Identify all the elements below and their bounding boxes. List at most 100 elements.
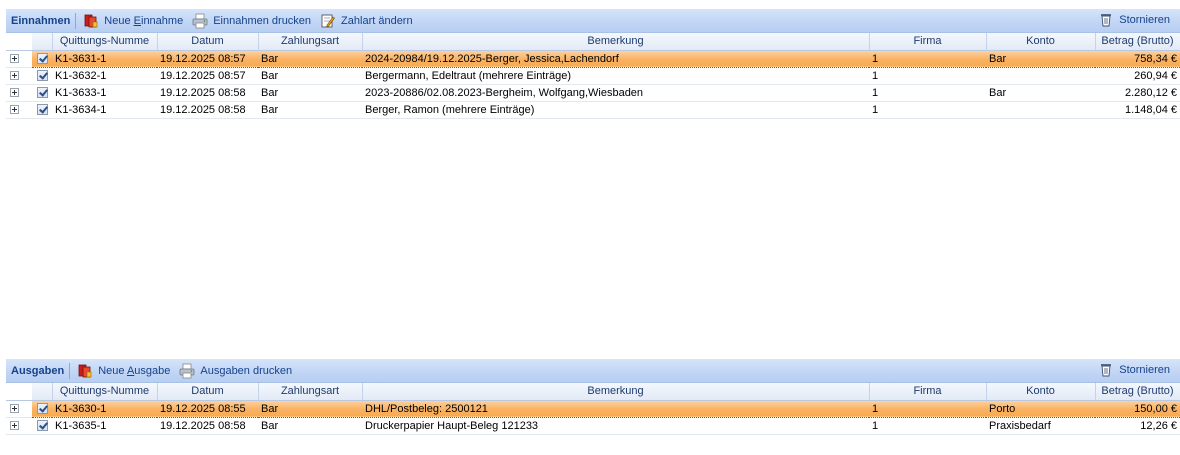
cell-konto: [986, 67, 1095, 85]
neue-einnahme-label: Neue Einnahme: [104, 15, 183, 27]
printer-icon: [192, 13, 208, 28]
label-part: usgabe: [134, 364, 171, 377]
einnahmen-stornieren-label: Stornieren: [1119, 14, 1170, 26]
expand-icon[interactable]: [10, 71, 19, 81]
cell-bemerkung: Bergermann, Edeltraut (mehrere Einträge): [362, 67, 869, 85]
row-expander-cell[interactable]: [6, 101, 32, 119]
column-header-konto[interactable]: Konto: [986, 383, 1096, 401]
cell-zahlungsart: Bar: [258, 417, 362, 435]
label-part: Neue: [104, 14, 134, 27]
ausgaben-toolbar: Ausgaben Neue Ausgabe Ausgaben drucken S…: [6, 359, 1180, 383]
row-expander-cell[interactable]: [6, 50, 32, 68]
trash-icon: [1101, 364, 1112, 377]
column-header-zahlungsart[interactable]: Zahlungsart: [258, 383, 363, 401]
neue-einnahme-button[interactable]: Neue Einnahme: [80, 10, 189, 32]
label-part: Neue: [98, 364, 127, 377]
cell-betrag: 150,00 €: [1095, 400, 1180, 418]
row-checkbox[interactable]: [36, 70, 48, 82]
red-book-icon: [84, 14, 98, 27]
einnahmen-title: Einnahmen: [11, 14, 71, 27]
row-checkbox[interactable]: [36, 420, 48, 432]
einnahmen-drucken-button[interactable]: Einnahmen drucken: [189, 10, 317, 32]
table-row[interactable]: K1-3631-1 19.12.2025 08:57 Bar 2024-2098…: [6, 50, 1180, 68]
cell-bemerkung: DHL/Postbeleg: 2500121: [362, 400, 869, 418]
toolbar-separator: [69, 362, 71, 379]
row-expander-cell[interactable]: [6, 84, 32, 102]
cell-firma: 1: [869, 417, 986, 435]
neue-ausgabe-button[interactable]: Neue Ausgabe: [74, 360, 176, 382]
einnahmen-stornieren-button[interactable]: Stornieren: [1095, 9, 1176, 31]
column-header-firma[interactable]: Firma: [869, 33, 987, 51]
ausgaben-stornieren-button[interactable]: Stornieren: [1095, 359, 1176, 381]
table-row[interactable]: K1-3633-1 19.12.2025 08:58 Bar 2023-2088…: [6, 84, 1180, 102]
cell-firma: 1: [869, 67, 986, 85]
cell-nummer: K1-3633-1: [52, 84, 157, 102]
expand-icon[interactable]: [10, 404, 19, 414]
table-row[interactable]: K1-3634-1 19.12.2025 08:58 Bar Berger, R…: [6, 101, 1180, 119]
cell-betrag: 12,26 €: [1095, 417, 1180, 435]
row-expander-cell[interactable]: [6, 417, 32, 435]
column-header-datum[interactable]: Datum: [157, 33, 259, 51]
table-row[interactable]: K1-3632-1 19.12.2025 08:57 Bar Bergerman…: [6, 67, 1180, 85]
column-header-betrag[interactable]: Betrag (Brutto): [1095, 33, 1180, 51]
row-checkbox[interactable]: [36, 87, 48, 99]
cell-datum: 19.12.2025 08:58: [157, 101, 258, 119]
cell-bemerkung: Druckerpapier Haupt-Beleg 121233: [362, 417, 869, 435]
column-header-bemerkung[interactable]: Bemerkung: [362, 383, 870, 401]
checkbox-column-header[interactable]: [32, 383, 53, 401]
row-checkbox-cell[interactable]: [32, 400, 52, 418]
column-header-betrag[interactable]: Betrag (Brutto): [1095, 383, 1180, 401]
row-checkbox[interactable]: [36, 104, 48, 116]
column-header-nummer[interactable]: Quittungs-Numme: [52, 33, 158, 51]
row-checkbox-cell[interactable]: [32, 84, 52, 102]
einnahmen-toolbar: Einnahmen Neue Einnahme Einnahmen drucke…: [6, 9, 1180, 33]
row-checkbox-cell[interactable]: [32, 101, 52, 119]
ausgaben-title: Ausgaben: [11, 364, 65, 377]
column-header-bemerkung[interactable]: Bemerkung: [362, 33, 870, 51]
column-header-firma[interactable]: Firma: [869, 383, 987, 401]
checkbox-column-header[interactable]: [32, 33, 53, 51]
row-expander-cell[interactable]: [6, 400, 32, 418]
row-checkbox-cell[interactable]: [32, 50, 52, 68]
row-expander-cell[interactable]: [6, 67, 32, 85]
row-checkbox-cell[interactable]: [32, 67, 52, 85]
einnahmen-drucken-label: Einnahmen drucken: [213, 14, 312, 27]
column-header-konto[interactable]: Konto: [986, 33, 1096, 51]
cell-zahlungsart: Bar: [258, 67, 362, 85]
column-header-datum[interactable]: Datum: [157, 383, 259, 401]
cell-nummer: K1-3632-1: [52, 67, 157, 85]
cell-zahlungsart: Bar: [258, 84, 362, 102]
expand-icon[interactable]: [10, 105, 19, 115]
expand-icon[interactable]: [10, 88, 19, 98]
column-header-zahlungsart[interactable]: Zahlungsart: [258, 33, 363, 51]
cell-bemerkung: 2024-20984/19.12.2025-Berger, Jessica,La…: [362, 50, 869, 68]
expand-icon[interactable]: [10, 421, 19, 431]
cell-datum: 19.12.2025 08:58: [157, 84, 258, 102]
expand-icon[interactable]: [10, 54, 19, 64]
row-checkbox[interactable]: [36, 53, 48, 65]
cell-firma: 1: [869, 101, 986, 119]
cell-datum: 19.12.2025 08:57: [157, 50, 258, 68]
neue-ausgabe-label: Neue Ausgabe: [98, 365, 170, 377]
table-row[interactable]: K1-3635-1 19.12.2025 08:58 Bar Druckerpa…: [6, 417, 1180, 435]
zahlart-aendern-button[interactable]: Zahlart ändern: [317, 10, 419, 32]
cell-betrag: 758,34 €: [1095, 50, 1180, 68]
table-row[interactable]: K1-3630-1 19.12.2025 08:55 Bar DHL/Postb…: [6, 400, 1180, 418]
row-checkbox-cell[interactable]: [32, 417, 52, 435]
cell-zahlungsart: Bar: [258, 400, 362, 418]
einnahmen-panel: Einnahmen Neue Einnahme Einnahmen drucke…: [6, 9, 1180, 155]
cell-firma: 1: [869, 400, 986, 418]
trash-icon: [1101, 14, 1112, 27]
printer-icon: [179, 363, 195, 378]
ausgaben-drucken-button[interactable]: Ausgaben drucken: [176, 360, 298, 382]
cell-nummer: K1-3635-1: [52, 417, 157, 435]
einnahmen-table: Quittungs-Numme Datum Zahlungsart Bemerk…: [6, 33, 1180, 119]
cell-bemerkung: Berger, Ramon (mehrere Einträge): [362, 101, 869, 119]
toolbar-separator: [75, 12, 77, 29]
cell-zahlungsart: Bar: [258, 50, 362, 68]
cell-nummer: K1-3631-1: [52, 50, 157, 68]
column-header-nummer[interactable]: Quittungs-Numme: [52, 383, 158, 401]
row-checkbox[interactable]: [36, 403, 48, 415]
cell-nummer: K1-3630-1: [52, 400, 157, 418]
ausgaben-stornieren-label: Stornieren: [1119, 364, 1170, 376]
